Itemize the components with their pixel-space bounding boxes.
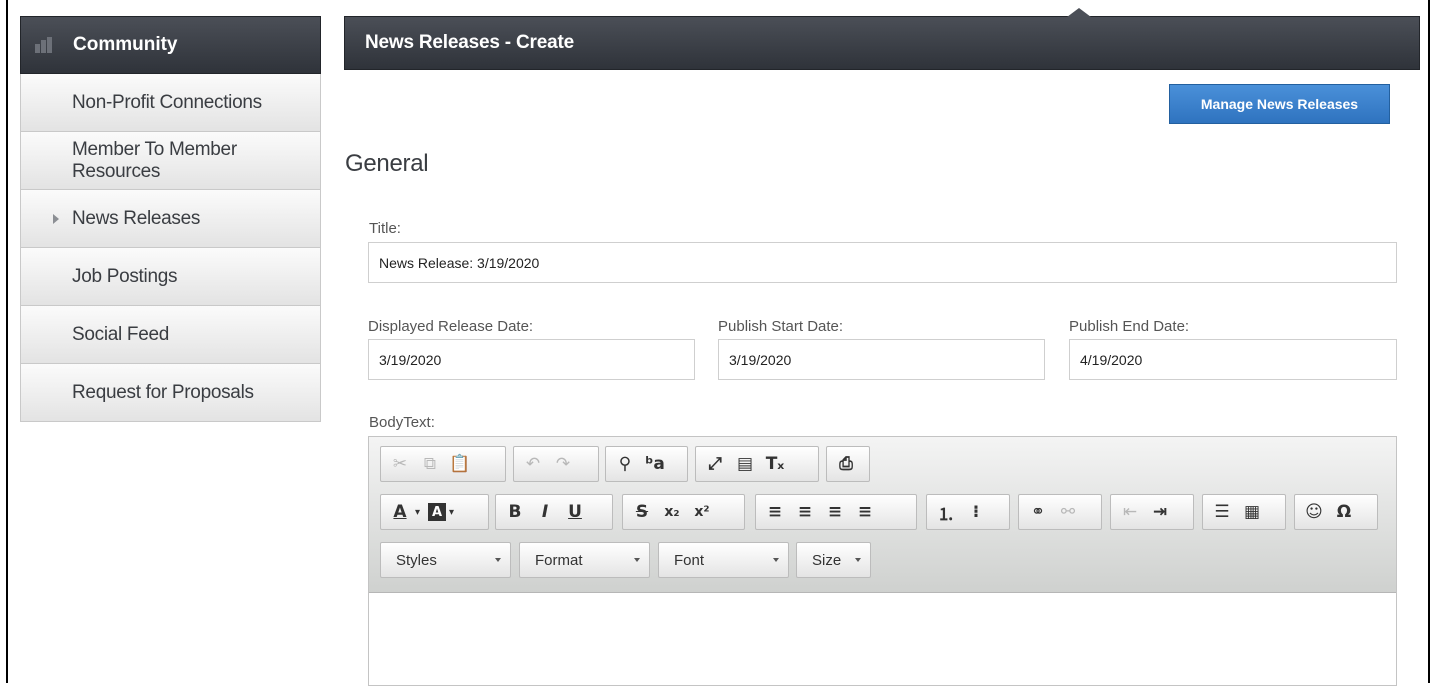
basic-style-group: B I U (495, 494, 613, 530)
publish-start-input[interactable]: 3/19/2020 (718, 339, 1045, 380)
clipboard-group: ✂ ⧉ 📋 (380, 446, 506, 482)
body-text-label: BodyText: (369, 414, 435, 431)
remove-format-icon[interactable]: Tₓ (760, 449, 790, 479)
font-dropdown-label: Font (674, 551, 705, 569)
insert-group: ☰ ▦ (1202, 494, 1286, 530)
building-icon (35, 37, 57, 53)
special-character-icon[interactable]: Ω (1329, 497, 1359, 527)
size-dropdown[interactable]: Size (796, 542, 871, 578)
sidebar-header-label: Community (73, 34, 178, 55)
page-title: News Releases - Create (365, 32, 574, 53)
frame-border-left (6, 0, 8, 683)
frame-border-right (1428, 0, 1430, 683)
size-dropdown-label: Size (812, 551, 842, 569)
align-right-icon[interactable]: ≡ (820, 497, 850, 527)
align-left-icon[interactable]: ≡ (760, 497, 790, 527)
sidebar-header-community[interactable]: Community (20, 16, 321, 74)
sidebar-item-label: News Releases (72, 207, 201, 229)
replace-icon[interactable]: ᵇa (640, 449, 670, 479)
release-date-label: Displayed Release Date: (368, 318, 534, 335)
horizontal-line-icon[interactable]: ☰ (1207, 497, 1237, 527)
background-color-icon[interactable]: A (428, 503, 447, 521)
align-group: ≡ ≡ ≡ ≡ (755, 494, 917, 530)
bold-icon[interactable]: B (500, 497, 530, 527)
page-header: News Releases - Create (344, 8, 1420, 70)
sidebar-item-label: Social Feed (72, 323, 170, 345)
publish-end-input[interactable]: 4/19/2020 (1069, 339, 1397, 380)
sidebar-item-label: Member To Member Resources (72, 138, 237, 182)
maximize-icon[interactable]: ⤢ (700, 449, 730, 479)
chevron-down-icon (634, 558, 640, 562)
header-notch (1067, 8, 1091, 17)
sidebar-item-non-profit-connections[interactable]: Non-Profit Connections (20, 74, 321, 132)
smiley-icon[interactable]: ☺ (1299, 497, 1329, 527)
script-group: S x₂ x² (622, 494, 745, 530)
sidebar-item-label: Request for Proposals (72, 381, 254, 403)
caret-right-icon (53, 214, 59, 224)
chevron-down-icon (855, 558, 861, 562)
title-input[interactable]: News Release: 3/19/2020 (368, 242, 1397, 283)
italic-icon[interactable]: I (530, 497, 560, 527)
sidebar-item-request-for-proposals[interactable]: Request for Proposals (20, 364, 321, 422)
editor-content-area[interactable] (369, 593, 1396, 688)
color-group: A ▾ A ▾ (380, 494, 489, 530)
release-date-input[interactable]: 3/19/2020 (368, 339, 695, 380)
redo-icon[interactable]: ↷ (548, 449, 578, 479)
print-icon[interactable]: ⎙ (831, 449, 861, 479)
unlink-icon[interactable]: ⚯ (1053, 497, 1083, 527)
font-dropdown[interactable]: Font (658, 542, 789, 578)
sidebar-item-social-feed[interactable]: Social Feed (20, 306, 321, 364)
superscript-icon[interactable]: x² (687, 497, 717, 527)
outdent-icon[interactable]: ⇤ (1115, 497, 1145, 527)
indent-icon[interactable]: ⇥ (1145, 497, 1175, 527)
subscript-icon[interactable]: x₂ (657, 497, 687, 527)
sidebar: Community Non-Profit Connections Member … (20, 16, 321, 422)
bullet-list-icon[interactable]: ⁝ (961, 497, 991, 527)
strikethrough-icon[interactable]: S (627, 497, 657, 527)
underline-icon[interactable]: U (560, 497, 590, 527)
view-group: ⤢ ▤ Tₓ (695, 446, 819, 482)
styles-dropdown[interactable]: Styles (380, 542, 511, 578)
sidebar-item-member-to-member-resources[interactable]: Member To Member Resources (20, 132, 321, 190)
editor-toolbar: ✂ ⧉ 📋 ↶ ↷ ⚲ ᵇa ⤢ ▤ Tₓ ⎙ A ▾ A ▾ B I U S … (369, 437, 1396, 593)
sidebar-item-news-releases[interactable]: News Releases (20, 190, 321, 248)
cut-icon[interactable]: ✂ (385, 449, 415, 479)
paste-text-icon[interactable]: 📋 (445, 449, 475, 479)
align-center-icon[interactable]: ≡ (790, 497, 820, 527)
link-icon[interactable]: ⚭ (1023, 497, 1053, 527)
manage-news-releases-button[interactable]: Manage News Releases (1169, 84, 1390, 124)
publish-end-label: Publish End Date: (1069, 318, 1190, 335)
text-color-icon[interactable]: A (385, 497, 415, 527)
sidebar-item-label: Job Postings (72, 265, 178, 287)
chevron-down-icon (773, 558, 779, 562)
find-group: ⚲ ᵇa (605, 446, 688, 482)
indent-group: ⇤ ⇥ (1110, 494, 1194, 530)
numbered-list-icon[interactable]: ⒈ (931, 497, 961, 527)
section-title: General (345, 150, 429, 177)
symbol-group: ☺ Ω (1294, 494, 1378, 530)
styles-dropdown-label: Styles (396, 551, 437, 569)
show-blocks-icon[interactable]: ▤ (730, 449, 760, 479)
sidebar-item-job-postings[interactable]: Job Postings (20, 248, 321, 306)
publish-start-label: Publish Start Date: (718, 318, 844, 335)
title-label: Title: (369, 220, 401, 237)
undo-icon[interactable]: ↶ (518, 449, 548, 479)
find-icon[interactable]: ⚲ (610, 449, 640, 479)
rich-text-editor: ✂ ⧉ 📋 ↶ ↷ ⚲ ᵇa ⤢ ▤ Tₓ ⎙ A ▾ A ▾ B I U S … (368, 436, 1397, 686)
chevron-down-icon (495, 558, 501, 562)
format-dropdown-label: Format (535, 551, 583, 569)
format-dropdown[interactable]: Format (519, 542, 650, 578)
print-group: ⎙ (826, 446, 870, 482)
undo-group: ↶ ↷ (513, 446, 599, 482)
justify-icon[interactable]: ≡ (850, 497, 880, 527)
list-group: ⒈ ⁝ (926, 494, 1010, 530)
table-icon[interactable]: ▦ (1237, 497, 1267, 527)
copy-icon[interactable]: ⧉ (415, 449, 445, 479)
link-group: ⚭ ⚯ (1018, 494, 1102, 530)
sidebar-item-label: Non-Profit Connections (72, 91, 262, 113)
